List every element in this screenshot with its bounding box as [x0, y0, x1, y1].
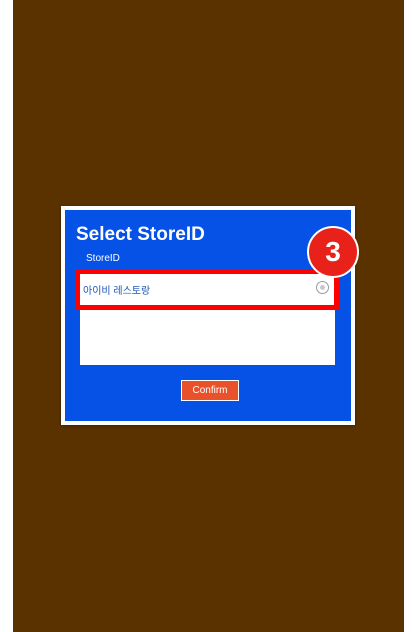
store-option-label: 아이비 레스토랑: [83, 286, 151, 297]
radio-dot: [320, 285, 325, 290]
store-option-item[interactable]: 아이비 레스토랑: [80, 273, 335, 305]
storeid-label: StoreID: [86, 253, 120, 264]
step-number-badge: 3: [307, 226, 359, 278]
dialog-title: Select StoreID: [76, 224, 205, 245]
confirm-button[interactable]: Confirm: [181, 380, 239, 401]
store-list[interactable]: 아이비 레스토랑: [80, 273, 335, 365]
radio-unchecked-icon[interactable]: [316, 281, 329, 294]
